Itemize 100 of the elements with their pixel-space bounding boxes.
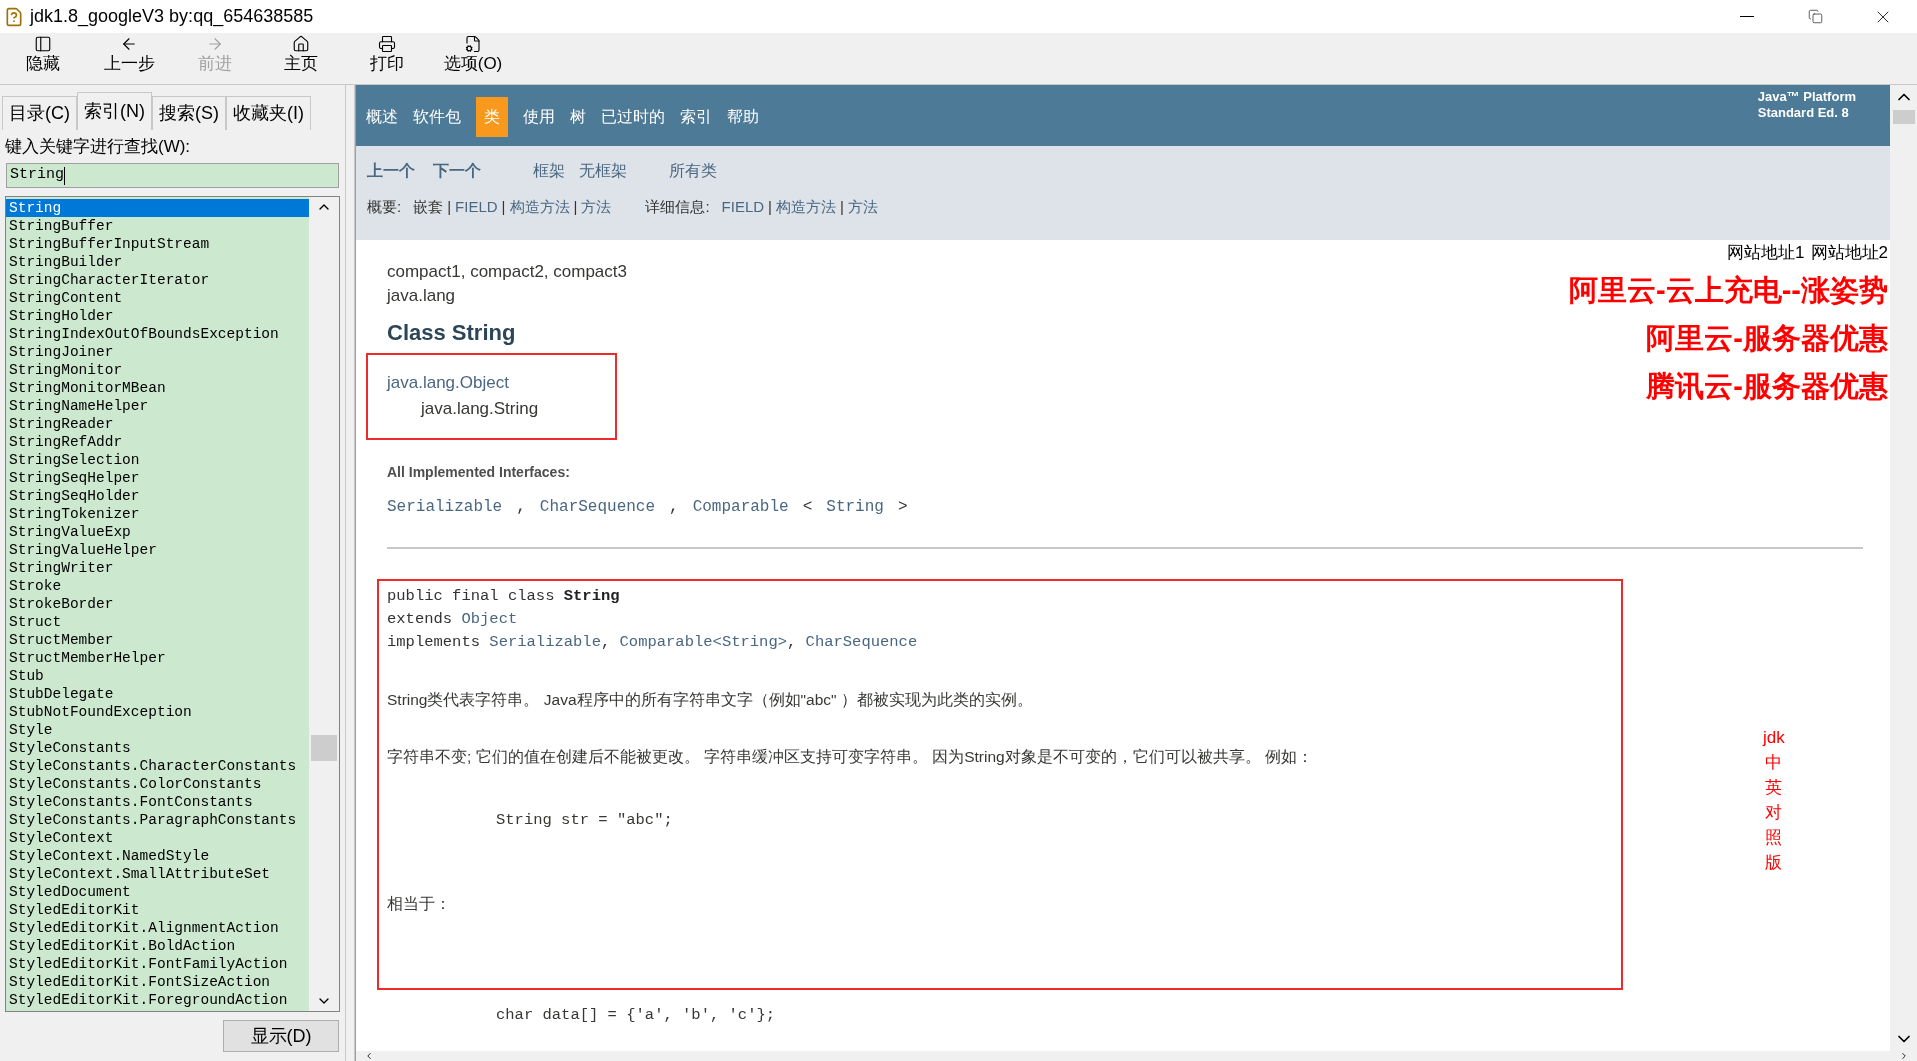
- toolbar-button[interactable]: 选项(O): [430, 33, 516, 75]
- toolbar-button[interactable]: 隐藏: [0, 33, 86, 75]
- nav-item[interactable]: 树: [570, 97, 586, 137]
- index-item[interactable]: StringRefAddr: [6, 433, 309, 451]
- index-item[interactable]: StyleConstants.FontConstants: [6, 793, 309, 811]
- nav-item[interactable]: 已过时的: [601, 97, 665, 137]
- text: ,: [787, 633, 798, 651]
- index-item[interactable]: StyledEditorKit.FontSizeAction: [6, 973, 309, 991]
- index-item[interactable]: StringMonitorMBean: [6, 379, 309, 397]
- index-item[interactable]: StyledEditorKit.ForegroundAction: [6, 991, 309, 1009]
- index-item[interactable]: StructMemberHelper: [6, 649, 309, 667]
- nav-item[interactable]: 使用: [523, 97, 555, 137]
- link[interactable]: String: [826, 495, 884, 519]
- link[interactable]: FIELD: [721, 195, 765, 219]
- subnav-link[interactable]: 无框架: [579, 159, 627, 183]
- vertical-scrollbar[interactable]: [1890, 85, 1917, 1051]
- search-field[interactable]: String: [6, 163, 339, 188]
- link[interactable]: 方法: [847, 195, 878, 219]
- index-item[interactable]: StyleConstants.ColorConstants: [6, 775, 309, 793]
- subnav-link[interactable]: 框架: [533, 159, 565, 183]
- tab[interactable]: 收藏夹(I): [226, 96, 311, 130]
- pane-splitter[interactable]: [345, 85, 355, 1061]
- link[interactable]: 构造方法: [776, 195, 836, 219]
- index-item[interactable]: Style: [6, 721, 309, 739]
- link[interactable]: Comparable: [692, 495, 789, 519]
- link[interactable]: 方法: [581, 195, 612, 219]
- window-title: jdk1.8_googleV3 by:qq_654638585: [30, 5, 314, 29]
- subnav-link[interactable]: 下一个: [433, 159, 481, 183]
- index-item[interactable]: StyledEditorKit.AlignmentAction: [6, 919, 309, 937]
- subnav-link[interactable]: 所有类: [669, 159, 717, 183]
- ad-link[interactable]: 阿里云-云上充电--涨姿势: [1569, 265, 1888, 314]
- index-item[interactable]: StyleConstants.CharacterConstants: [6, 757, 309, 775]
- link[interactable]: CharSequence: [539, 495, 656, 519]
- index-item[interactable]: StringSelection: [6, 451, 309, 469]
- link[interactable]: Object: [461, 610, 518, 628]
- ad-link[interactable]: 阿里云-服务器优惠: [1646, 313, 1888, 362]
- link[interactable]: java.lang.Object: [387, 370, 615, 396]
- index-item[interactable]: Stub: [6, 667, 309, 685]
- index-item[interactable]: StyledEditorKit.BoldAction: [6, 937, 309, 955]
- link[interactable]: FIELD: [455, 195, 498, 219]
- index-item[interactable]: Stroke: [6, 577, 309, 595]
- site-link[interactable]: 网站地址1: [1727, 240, 1805, 266]
- index-item[interactable]: StringSeqHolder: [6, 487, 309, 505]
- toolbar-button[interactable]: 打印: [344, 33, 430, 75]
- separator: |: [447, 196, 452, 217]
- horizontal-scrollbar[interactable]: [356, 1051, 1917, 1061]
- index-item[interactable]: StyledEditorKit.FontFamilyAction: [6, 955, 309, 973]
- index-item[interactable]: StyledEditorKit: [6, 901, 309, 919]
- index-item[interactable]: StringIndexOutOfBoundsException: [6, 325, 309, 343]
- index-item[interactable]: StringJoiner: [6, 343, 309, 361]
- index-item[interactable]: StringSeqHelper: [6, 469, 309, 487]
- nav-item[interactable]: 帮助: [727, 97, 759, 137]
- nav-item[interactable]: 软件包: [413, 97, 461, 137]
- index-item[interactable]: StringWriter: [6, 559, 309, 577]
- ad-link[interactable]: 腾讯云-服务器优惠: [1646, 361, 1888, 410]
- link[interactable]: Serializable: [489, 633, 601, 651]
- scroll-thumb[interactable]: [1892, 110, 1915, 124]
- index-item[interactable]: StyleContext.NamedStyle: [6, 847, 309, 865]
- scroll-right-icon[interactable]: [1899, 1051, 1909, 1061]
- link[interactable]: CharSequence: [805, 633, 918, 651]
- text: ,: [600, 633, 612, 651]
- index-item[interactable]: StyleConstants: [6, 739, 309, 757]
- link[interactable]: Serializable: [387, 495, 503, 519]
- index-item[interactable]: StructMember: [6, 631, 309, 649]
- tab[interactable]: 索引(N): [77, 92, 152, 130]
- index-item[interactable]: StringContent: [6, 289, 309, 307]
- tab[interactable]: 搜索(S): [152, 96, 226, 130]
- link[interactable]: 构造方法: [509, 195, 570, 219]
- index-item[interactable]: StringBufferInputStream: [6, 235, 309, 253]
- index-item[interactable]: StrokeBorder: [6, 595, 309, 613]
- index-item[interactable]: StyleContext: [6, 829, 309, 847]
- tab[interactable]: 目录(C): [2, 96, 77, 130]
- site-link[interactable]: 网站地址2: [1810, 240, 1888, 266]
- index-item[interactable]: String: [6, 199, 309, 217]
- index-item[interactable]: StyleContext.SmallAttributeSet: [6, 865, 309, 883]
- link[interactable]: Comparable<String>: [619, 633, 787, 651]
- index-item[interactable]: StubDelegate: [6, 685, 309, 703]
- toolbar-button[interactable]: 上一步: [86, 33, 172, 75]
- paragraph: 字符串不变; 它们的值在创建后不能被更改。 字符串缓冲区支持可变字符串。 因为String对象是不可变的，它们可以被共享。 例如：: [387, 747, 1315, 768]
- index-item[interactable]: StyleConstants.ParagraphConstants: [6, 811, 309, 829]
- index-item[interactable]: StringNameHelper: [6, 397, 309, 415]
- index-item[interactable]: StringReader: [6, 415, 309, 433]
- index-item[interactable]: StubNotFoundException: [6, 703, 309, 721]
- index-item[interactable]: StringValueExp: [6, 523, 309, 541]
- scroll-left-icon[interactable]: [364, 1051, 374, 1061]
- index-item[interactable]: StringBuilder: [6, 253, 309, 271]
- index-item[interactable]: StringHolder: [6, 307, 309, 325]
- nav-item[interactable]: 索引: [680, 97, 712, 137]
- scroll-thumb[interactable]: [311, 735, 337, 761]
- index-item[interactable]: StringCharacterIterator: [6, 271, 309, 289]
- index-item[interactable]: Struct: [6, 613, 309, 631]
- display-button[interactable]: 显示(D): [223, 1020, 339, 1052]
- toolbar-button[interactable]: 主页: [258, 33, 344, 75]
- index-item[interactable]: StyledDocument: [6, 883, 309, 901]
- index-item[interactable]: StringMonitor: [6, 361, 309, 379]
- nav-item[interactable]: 概述: [366, 97, 398, 137]
- index-item[interactable]: StringValueHelper: [6, 541, 309, 559]
- index-item[interactable]: StringTokenizer: [6, 505, 309, 523]
- index-item[interactable]: StringBuffer: [6, 217, 309, 235]
- subnav-link[interactable]: 上一个: [367, 159, 415, 183]
